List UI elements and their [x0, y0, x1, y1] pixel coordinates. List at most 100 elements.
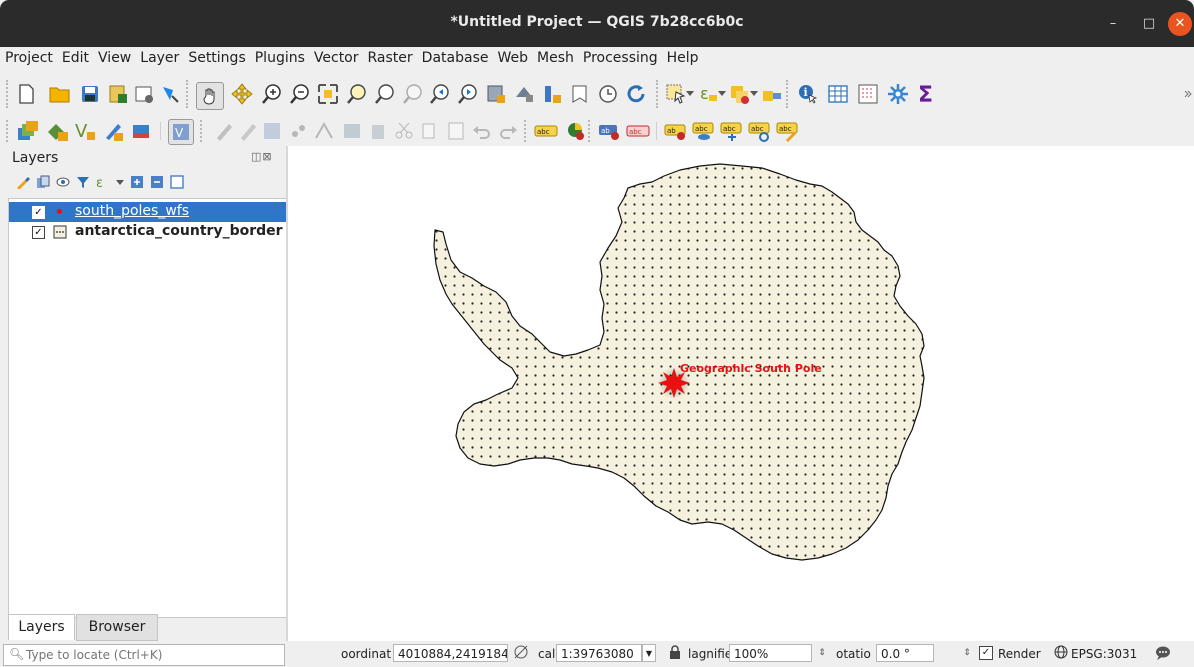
extents-toggle-icon[interactable]	[513, 644, 529, 663]
crs-button[interactable]: EPSG:3031	[1071, 647, 1137, 661]
menu-settings[interactable]: Settings	[183, 47, 249, 66]
label-move-tool-icon[interactable]: abc	[720, 119, 744, 143]
save-as-icon[interactable]	[106, 82, 130, 106]
scale-field[interactable]: 1:39763080	[556, 644, 642, 662]
new-3d-view-icon[interactable]	[512, 82, 536, 106]
bookmark-icon[interactable]	[540, 82, 564, 106]
current-edits-icon[interactable]	[236, 119, 260, 143]
panel-float-close-buttons[interactable]: ◫⊠	[251, 150, 273, 163]
zoom-native-icon[interactable]	[400, 82, 424, 106]
add-group-icon[interactable]	[36, 175, 50, 189]
map-canvas[interactable]: Geographic South Pole	[288, 146, 1194, 641]
zoom-full-icon[interactable]	[316, 82, 340, 106]
style-manager-icon[interactable]	[158, 82, 182, 106]
save-project-icon[interactable]	[78, 82, 102, 106]
tab-layers[interactable]: Layers	[8, 614, 75, 640]
filter-dropdown-icon[interactable]	[116, 175, 124, 189]
delete-selected-icon[interactable]	[366, 119, 390, 143]
vertex-tool-icon[interactable]	[312, 119, 336, 143]
menu-database[interactable]: Database	[417, 47, 493, 66]
label-move-icon[interactable]: ab	[664, 119, 688, 143]
open-project-icon[interactable]	[48, 82, 72, 106]
select-location-icon[interactable]	[760, 82, 784, 106]
menu-edit[interactable]: Edit	[57, 47, 93, 66]
save-edits-icon[interactable]	[260, 119, 284, 143]
add-point-icon[interactable]	[286, 119, 310, 143]
menu-mesh[interactable]: Mesh	[532, 47, 578, 66]
lock-scale-icon[interactable]	[669, 645, 681, 662]
rotation-field[interactable]: 0.0 °	[876, 644, 934, 662]
collapse-all-icon[interactable]	[150, 175, 164, 189]
maximize-button[interactable]: □	[1138, 13, 1160, 35]
redo-icon[interactable]	[496, 119, 520, 143]
data-source-manager-icon[interactable]	[16, 119, 40, 143]
remove-layer-icon[interactable]	[170, 174, 184, 189]
menu-project[interactable]: Project	[0, 47, 57, 66]
paste-features-icon[interactable]	[444, 119, 468, 143]
menu-processing[interactable]: Processing	[578, 47, 662, 66]
toolbar-grip[interactable]	[186, 80, 194, 108]
magnifier-spin-icon[interactable]: ⇕	[815, 644, 829, 662]
select-value-dropdown-icon[interactable]	[716, 82, 728, 106]
minimize-button[interactable]: –	[1102, 13, 1124, 35]
zoom-in-icon[interactable]	[260, 82, 284, 106]
expand-all-icon[interactable]	[130, 175, 144, 189]
add-delimited-text-icon[interactable]	[102, 119, 126, 143]
deselect-dropdown-icon[interactable]	[748, 82, 760, 106]
refresh-icon[interactable]	[624, 82, 648, 106]
menu-help[interactable]: Help	[662, 47, 703, 66]
add-vector-layer-icon[interactable]: V	[74, 119, 98, 143]
zoom-to-selection-icon[interactable]	[344, 82, 368, 106]
identify-features-icon[interactable]: i	[796, 82, 820, 106]
toolbar-grip[interactable]	[786, 80, 794, 108]
toggle-editing-icon[interactable]	[212, 119, 236, 143]
field-calculator-icon[interactable]	[856, 82, 880, 106]
rotation-spin-icon[interactable]: ⇕	[960, 644, 974, 662]
locator-input[interactable]	[26, 646, 276, 663]
label-properties-icon[interactable]: abc	[776, 119, 800, 143]
undo-icon[interactable]	[470, 119, 494, 143]
select-dropdown-icon[interactable]	[684, 82, 696, 106]
menu-vector[interactable]: Vector	[309, 47, 363, 66]
filter-legend-icon[interactable]	[76, 175, 90, 189]
tab-browser[interactable]: Browser	[76, 614, 158, 641]
cut-features-icon[interactable]	[392, 119, 416, 143]
toolbar-grip[interactable]	[656, 80, 664, 108]
menu-plugins[interactable]: Plugins	[250, 47, 309, 66]
print-layout-icon[interactable]	[132, 82, 156, 106]
show-bookmarks-icon[interactable]	[568, 82, 592, 106]
diagram-options-icon[interactable]	[564, 119, 588, 143]
new-layer-icon[interactable]	[46, 119, 70, 143]
menu-view[interactable]: View	[93, 47, 135, 66]
label-highlight-icon[interactable]: abc	[626, 119, 650, 143]
zoom-to-layer-icon[interactable]	[372, 82, 396, 106]
filter-expression-icon[interactable]: ε	[96, 175, 110, 191]
toolbar-grip[interactable]	[588, 120, 596, 142]
locator-box[interactable]: 🔍︎	[3, 644, 285, 666]
label-pin-icon[interactable]: ab	[598, 119, 622, 143]
render-checkbox[interactable]: ✓	[979, 646, 993, 660]
new-project-icon[interactable]	[14, 82, 38, 106]
copy-features-icon[interactable]	[418, 119, 442, 143]
pan-to-selection-icon[interactable]	[230, 82, 254, 106]
layer-visibility-checkbox[interactable]: ✓	[32, 206, 45, 219]
add-wfs-layer-icon[interactable]: V	[168, 119, 194, 145]
messages-icon[interactable]	[1155, 645, 1171, 664]
layer-row-south-poles-wfs[interactable]: ✓ south_poles_wfs	[9, 202, 288, 222]
style-layer-icon[interactable]	[16, 175, 30, 190]
toolbar-grip[interactable]	[6, 120, 14, 142]
zoom-out-icon[interactable]	[288, 82, 312, 106]
label-rotate-icon[interactable]: abc	[748, 119, 772, 143]
toolbar-overflow-icon[interactable]	[1182, 82, 1194, 106]
manage-visibility-icon[interactable]	[56, 175, 70, 189]
toolbar-grip[interactable]	[524, 120, 532, 142]
add-raster-layer-icon[interactable]	[130, 119, 154, 143]
magnifier-field[interactable]: 100%	[729, 644, 812, 662]
zoom-next-icon[interactable]	[456, 82, 480, 106]
attribute-table-icon[interactable]	[826, 82, 850, 106]
statistical-summary-icon[interactable]: Σ	[914, 82, 938, 106]
modify-attributes-icon[interactable]	[340, 119, 364, 143]
layer-row-antarctica-country-border[interactable]: ✓ antarctica_country_border	[9, 222, 288, 242]
processing-toolbox-icon[interactable]	[886, 82, 910, 106]
toolbar-grip[interactable]	[200, 120, 208, 142]
